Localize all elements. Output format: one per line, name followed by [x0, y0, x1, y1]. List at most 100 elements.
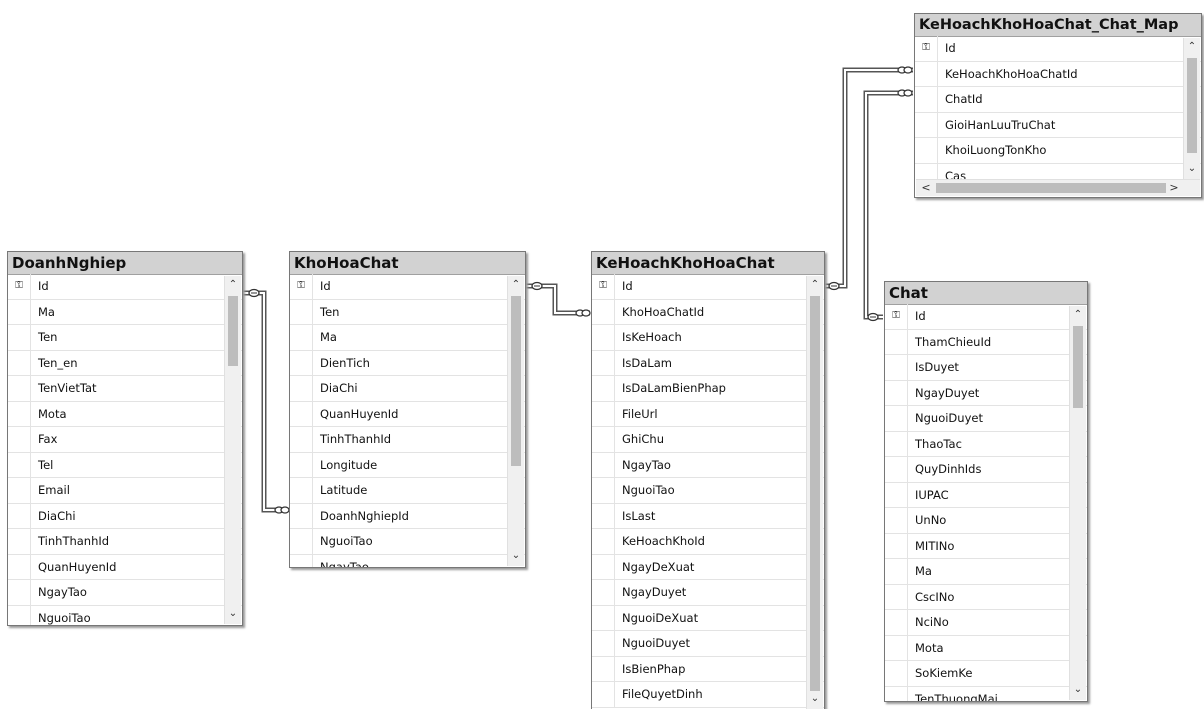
- chevron-up-icon[interactable]: ⌃: [1070, 307, 1086, 323]
- column-row[interactable]: MITINo: [885, 533, 1087, 559]
- column-row[interactable]: KhoHoaChatId: [592, 299, 824, 325]
- column-row[interactable]: Ma: [290, 325, 525, 351]
- column-row[interactable]: Mota: [885, 635, 1087, 661]
- table-kehoachkhohoachat[interactable]: KeHoachKhoHoaChat ⚿ Id KhoHoaChatId IsKeHoa…: [591, 251, 825, 709]
- column-row[interactable]: QuyDinhIds: [885, 457, 1087, 483]
- column-row[interactable]: TinhThanhId: [290, 427, 525, 453]
- column-row[interactable]: GioiHanLuuTruChat: [915, 112, 1201, 138]
- chevron-up-icon[interactable]: ⌃: [225, 277, 241, 293]
- primary-key-column[interactable]: ⚿ Id: [885, 304, 1087, 330]
- column-row[interactable]: DoanhNghiepId: [290, 503, 525, 529]
- chevron-right-icon[interactable]: >: [1166, 180, 1182, 196]
- column-row[interactable]: Ten_en: [8, 350, 242, 376]
- column-row[interactable]: KeHoachKhoId: [592, 529, 824, 555]
- column-row[interactable]: TenThuongMai: [885, 686, 1087, 701]
- table-title[interactable]: DoanhNghiep: [8, 252, 242, 275]
- row-selector: [290, 452, 313, 477]
- column-row[interactable]: IUPAC: [885, 482, 1087, 508]
- scroll-thumb[interactable]: [810, 296, 820, 691]
- chevron-left-icon[interactable]: <: [918, 180, 934, 196]
- column-row[interactable]: QuanHuyenId: [290, 401, 525, 427]
- column-row[interactable]: ThaoTac: [885, 431, 1087, 457]
- column-row[interactable]: ChatId: [915, 87, 1201, 113]
- column-row[interactable]: NgayTao: [290, 554, 525, 567]
- column-row[interactable]: Tel: [8, 452, 242, 478]
- column-row[interactable]: KeHoachKhoHoaChatId: [915, 61, 1201, 87]
- column-row[interactable]: KhoiLuongTonKho: [915, 138, 1201, 164]
- vertical-scrollbar[interactable]: ⌃ ⌄: [1069, 306, 1086, 700]
- table-doanhnghiep[interactable]: DoanhNghiep ⚿ Id Ma Ten Ten_en TenVietTat Mota…: [7, 251, 243, 626]
- scroll-thumb[interactable]: [511, 296, 521, 466]
- scroll-thumb[interactable]: [1187, 58, 1197, 153]
- column-row[interactable]: CscINo: [885, 584, 1087, 610]
- table-title[interactable]: KeHoachKhoHoaChat: [592, 252, 824, 275]
- primary-key-column[interactable]: ⚿ Id: [8, 274, 242, 300]
- column-row[interactable]: FileQuyetDinh: [592, 682, 824, 708]
- vertical-scrollbar[interactable]: ⌃ ⌄: [806, 276, 823, 709]
- column-row[interactable]: IsDuyet: [885, 355, 1087, 381]
- column-row[interactable]: Ten: [290, 299, 525, 325]
- column-row[interactable]: IsLast: [592, 503, 824, 529]
- column-row[interactable]: Ten: [8, 325, 242, 351]
- column-row[interactable]: NgayDeXuat: [592, 554, 824, 580]
- primary-key-column[interactable]: ⚿ Id: [915, 36, 1201, 62]
- table-title[interactable]: Chat: [885, 282, 1087, 305]
- chevron-down-icon[interactable]: ⌄: [508, 548, 524, 564]
- column-row[interactable]: NciNo: [885, 610, 1087, 636]
- column-row[interactable]: QuanHuyenId: [8, 554, 242, 580]
- column-row[interactable]: Mota: [8, 401, 242, 427]
- column-row[interactable]: DiaChi: [290, 376, 525, 402]
- column-row[interactable]: IsDaLamBienPhap: [592, 376, 824, 402]
- column-row[interactable]: NgayDuyet: [885, 380, 1087, 406]
- column-row[interactable]: IsKeHoach: [592, 325, 824, 351]
- chevron-up-icon[interactable]: ⌃: [807, 277, 823, 293]
- column-row[interactable]: NgayDuyet: [592, 580, 824, 606]
- vertical-scrollbar[interactable]: ⌃ ⌄: [224, 276, 241, 624]
- table-chat[interactable]: Chat ⚿ Id ThamChieuId IsDuyet NgayDuyet Nguoi…: [884, 281, 1088, 702]
- chevron-up-icon[interactable]: ⌃: [1184, 39, 1200, 55]
- chevron-down-icon[interactable]: ⌄: [1070, 682, 1086, 698]
- column-row[interactable]: SoKiemKe: [885, 661, 1087, 687]
- column-row[interactable]: IsDaLam: [592, 350, 824, 376]
- column-row[interactable]: NguoiDuyet: [885, 406, 1087, 432]
- column-row[interactable]: DienTich: [290, 350, 525, 376]
- column-row[interactable]: Longitude: [290, 452, 525, 478]
- scroll-thumb[interactable]: [936, 183, 1166, 193]
- table-khohoachat[interactable]: KhoHoaChat ⚿ Id Ten Ma DienTich DiaChi QuanHuy…: [289, 251, 526, 568]
- table-title[interactable]: KhoHoaChat: [290, 252, 525, 275]
- column-row[interactable]: TenVietTat: [8, 376, 242, 402]
- column-row[interactable]: DiaChi: [8, 503, 242, 529]
- column-row[interactable]: Latitude: [290, 478, 525, 504]
- column-row[interactable]: Email: [8, 478, 242, 504]
- primary-key-column[interactable]: ⚿ Id: [290, 274, 525, 300]
- chevron-up-icon[interactable]: ⌃: [508, 277, 524, 293]
- column-row[interactable]: NguoiDuyet: [592, 631, 824, 657]
- vertical-scrollbar[interactable]: ⌃ ⌄: [1183, 38, 1200, 179]
- column-row[interactable]: IsBienPhap: [592, 656, 824, 682]
- column-row[interactable]: Ma: [885, 559, 1087, 585]
- scroll-thumb[interactable]: [1073, 326, 1083, 408]
- column-row[interactable]: NguoiDeXuat: [592, 605, 824, 631]
- column-row[interactable]: GhiChu: [592, 427, 824, 453]
- column-row[interactable]: FileUrl: [592, 401, 824, 427]
- chevron-down-icon[interactable]: ⌄: [225, 606, 241, 622]
- chevron-down-icon[interactable]: ⌄: [807, 691, 823, 707]
- column-row[interactable]: ThamChieuId: [885, 329, 1087, 355]
- scroll-thumb[interactable]: [228, 296, 238, 366]
- column-row[interactable]: NguoiTao: [290, 529, 525, 555]
- column-row[interactable]: NgayTao: [8, 580, 242, 606]
- vertical-scrollbar[interactable]: ⌃ ⌄: [507, 276, 524, 566]
- column-row[interactable]: NguoiTao: [8, 605, 242, 625]
- column-row[interactable]: Ma: [8, 299, 242, 325]
- column-row[interactable]: NguoiTao: [592, 478, 824, 504]
- column-row[interactable]: Fax: [8, 427, 242, 453]
- primary-key-column[interactable]: ⚿ Id: [592, 274, 824, 300]
- column-row[interactable]: UnNo: [885, 508, 1087, 534]
- table-title[interactable]: KeHoachKhoHoaChat_Chat_Map: [915, 14, 1201, 37]
- column-row[interactable]: NgayTao: [592, 452, 824, 478]
- column-row[interactable]: Cas: [915, 163, 1201, 179]
- table-kehoachkhohoachat-chat-map[interactable]: KeHoachKhoHoaChat_Chat_Map ⚿ Id KeHoachKho…: [914, 13, 1202, 198]
- horizontal-scrollbar[interactable]: < >: [916, 179, 1200, 196]
- column-row[interactable]: TinhThanhId: [8, 529, 242, 555]
- chevron-down-icon[interactable]: ⌄: [1184, 161, 1200, 177]
